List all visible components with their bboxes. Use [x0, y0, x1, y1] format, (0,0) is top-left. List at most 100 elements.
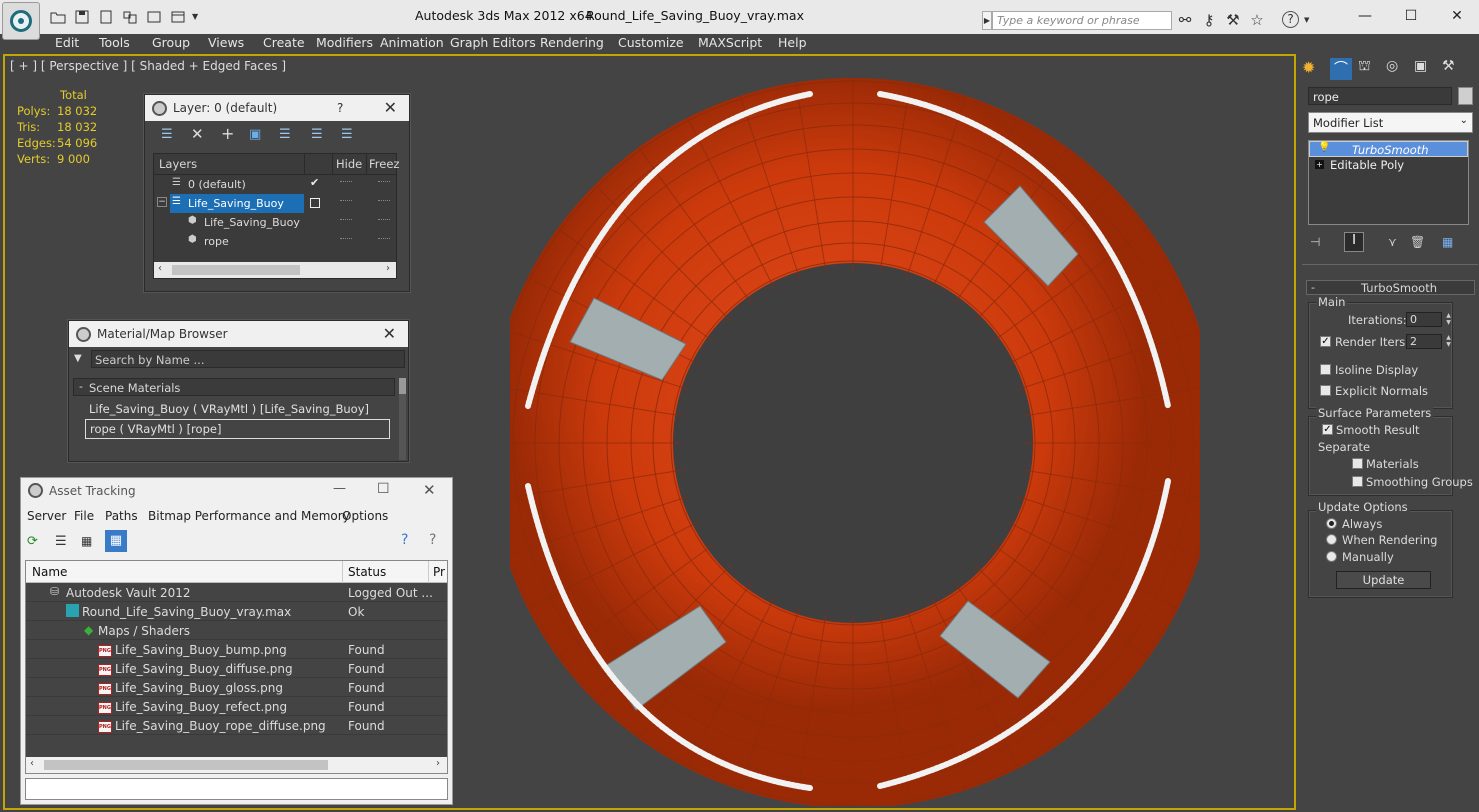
new-file-icon[interactable] [98, 10, 114, 24]
manually-radio[interactable] [1326, 551, 1337, 562]
when-rendering-radio[interactable] [1326, 534, 1337, 545]
asset-row[interactable]: PNG Life_Saving_Buoy_refect.png Found [26, 697, 447, 716]
material-vscrollbar[interactable] [399, 378, 406, 460]
menu-edit[interactable]: Edit [55, 35, 79, 50]
browser-options-icon[interactable]: ▼ [74, 353, 82, 364]
life-buoy-model[interactable] [510, 76, 1200, 806]
freeze-toggle-icon[interactable] [378, 200, 390, 201]
menu-help[interactable]: Help [778, 35, 807, 50]
menu-modifiers[interactable]: Modifiers [316, 35, 373, 50]
at-menu-bitmap[interactable]: Bitmap Performance and Memory [148, 509, 350, 523]
save-file-icon[interactable] [74, 10, 90, 24]
select-in-layer-icon[interactable]: ▣ [249, 127, 261, 142]
menu-maxscript[interactable]: MAXScript [698, 35, 762, 50]
col-name[interactable]: Name [32, 565, 67, 579]
layer-row[interactable]: ☰ 0 (default) ✔ [154, 175, 396, 194]
subscription-icon[interactable]: ⚒ [1224, 11, 1242, 29]
menu-group[interactable]: Group [152, 35, 190, 50]
help-dropdown-icon[interactable]: ▼ [1304, 16, 1309, 24]
favorites-star-icon[interactable]: ☆ [1248, 11, 1266, 29]
hierarchy-tab-icon[interactable]: ⛫ [1358, 58, 1380, 80]
binoculars-icon[interactable]: ⚯ [1176, 11, 1194, 29]
menu-animation[interactable]: Animation [380, 35, 444, 50]
asset-row[interactable]: ⛁ Autodesk Vault 2012 Logged Out ... [26, 583, 447, 602]
modifier-list-dropdown[interactable]: Modifier List ⌄ [1308, 112, 1473, 133]
create-tab-icon[interactable]: ✹ [1302, 58, 1324, 80]
make-unique-icon[interactable]: ⋎ [1388, 235, 1397, 249]
hold-icon[interactable] [122, 10, 138, 24]
hide-toggle-icon[interactable] [340, 181, 352, 182]
key-icon[interactable]: ⚷ [1200, 11, 1218, 29]
asset-row[interactable]: ◆ Maps / Shaders [26, 621, 447, 640]
render-iters-checkbox[interactable]: ✓ [1320, 336, 1331, 347]
material-item[interactable]: Life_Saving_Buoy ( VRayMtl ) [Life_Savin… [85, 400, 390, 418]
separate-smoothing-groups-checkbox[interactable] [1352, 476, 1363, 487]
iterations-spinner[interactable]: 0 [1406, 312, 1442, 327]
explicit-normals-checkbox[interactable] [1320, 385, 1331, 396]
window-icon[interactable] [146, 10, 162, 24]
material-item-selected[interactable]: rope ( VRayMtl ) [rope] [85, 419, 390, 439]
motion-tab-icon[interactable]: ◎ [1386, 58, 1408, 80]
asset-hscrollbar[interactable]: ‹ › [26, 757, 447, 773]
maximize-icon[interactable]: ☐ [377, 481, 390, 497]
layer-row[interactable]: − ☰ Life_Saving_Buoy [154, 194, 396, 213]
col-status[interactable]: Status [348, 565, 386, 579]
asset-row[interactable]: Round_Life_Saving_Buoy_vray.max Ok [26, 602, 447, 621]
col-hide[interactable]: Hide [336, 157, 362, 171]
show-end-result-icon[interactable]: I [1344, 232, 1364, 252]
delete-layer-icon[interactable]: ✕ [191, 125, 204, 143]
app-logo-icon[interactable] [2, 2, 40, 40]
configure-sets-icon[interactable]: ▦ [1442, 235, 1453, 249]
object-row[interactable]: ⬢ Life_Saving_Buoy [154, 213, 396, 232]
menu-views[interactable]: Views [208, 35, 244, 50]
asset-path-field[interactable] [25, 778, 448, 800]
help-icon[interactable]: ? [401, 532, 408, 548]
col-layers[interactable]: Layers [159, 157, 197, 171]
current-layer-box-icon[interactable] [310, 198, 320, 208]
highlight-layer-icon[interactable]: ☰ [279, 127, 291, 142]
asset-row[interactable]: PNG Life_Saving_Buoy_diffuse.png Found [26, 659, 447, 678]
minimize-icon[interactable]: — [333, 481, 346, 496]
update-button[interactable]: Update [1336, 571, 1431, 589]
maximize-window-icon[interactable]: ☐ [1396, 6, 1426, 26]
quick-access-dropdown-icon[interactable]: ▼ [192, 12, 198, 21]
hide-toggle-icon[interactable] [340, 200, 352, 201]
asset-tracking-titlebar[interactable]: Asset Tracking — ☐ ✕ [21, 478, 452, 504]
material-browser-titlebar[interactable]: Material/Map Browser ✕ [69, 321, 408, 347]
scene-materials-header[interactable]: - Scene Materials [73, 378, 395, 396]
menu-customize[interactable]: Customize [618, 35, 684, 50]
freeze-toggle-icon[interactable] [378, 181, 390, 182]
bulb-icon[interactable]: 💡 [1318, 142, 1330, 153]
at-menu-file[interactable]: File [74, 509, 94, 523]
create-layer-icon[interactable]: ☰ [161, 127, 173, 142]
render-iters-spinner-arrows[interactable]: ▲ ▼ [1444, 334, 1453, 349]
menu-graph-editors[interactable]: Graph Editors [450, 35, 536, 50]
separate-materials-checkbox[interactable] [1352, 458, 1363, 469]
layer-help-icon[interactable]: ? [337, 95, 343, 121]
add-to-layer-icon[interactable]: + [221, 124, 234, 143]
turbosmooth-rollout-header[interactable]: - TurboSmooth [1306, 280, 1475, 295]
col-freeze[interactable]: Freez [369, 157, 399, 171]
menu-create[interactable]: Create [263, 35, 305, 50]
asset-row[interactable]: PNG Life_Saving_Buoy_gloss.png Found [26, 678, 447, 697]
refresh-icon[interactable]: ⟳ [27, 534, 38, 549]
at-menu-paths[interactable]: Paths [105, 509, 138, 523]
iterations-spinner-arrows[interactable]: ▲ ▼ [1444, 312, 1453, 327]
material-search-input[interactable]: Search by Name ... [91, 350, 405, 368]
render-iters-spinner[interactable]: 2 [1406, 334, 1442, 349]
menu-tools[interactable]: Tools [99, 35, 130, 50]
thumbnail-view-icon[interactable]: ▦ [81, 534, 92, 548]
col-proxy[interactable]: Pr [433, 565, 445, 579]
hide-toggle-icon[interactable] [340, 219, 352, 220]
freeze-toggle-icon[interactable] [378, 238, 390, 239]
asset-row[interactable]: PNG Life_Saving_Buoy_bump.png Found [26, 640, 447, 659]
object-name-field[interactable]: rope [1308, 87, 1452, 105]
utilities-tab-icon[interactable]: ⚒ [1442, 58, 1464, 80]
modify-tab-icon[interactable]: ⌒ [1330, 58, 1352, 80]
display-tab-icon[interactable]: ▣ [1414, 58, 1436, 80]
freeze-all-layers-icon[interactable]: ☰ [341, 127, 353, 142]
active-layer-check-icon[interactable]: ✔ [310, 176, 319, 189]
open-file-icon[interactable] [50, 10, 66, 24]
menu-rendering[interactable]: Rendering [540, 35, 604, 50]
layer-close-icon[interactable]: ✕ [384, 95, 397, 121]
